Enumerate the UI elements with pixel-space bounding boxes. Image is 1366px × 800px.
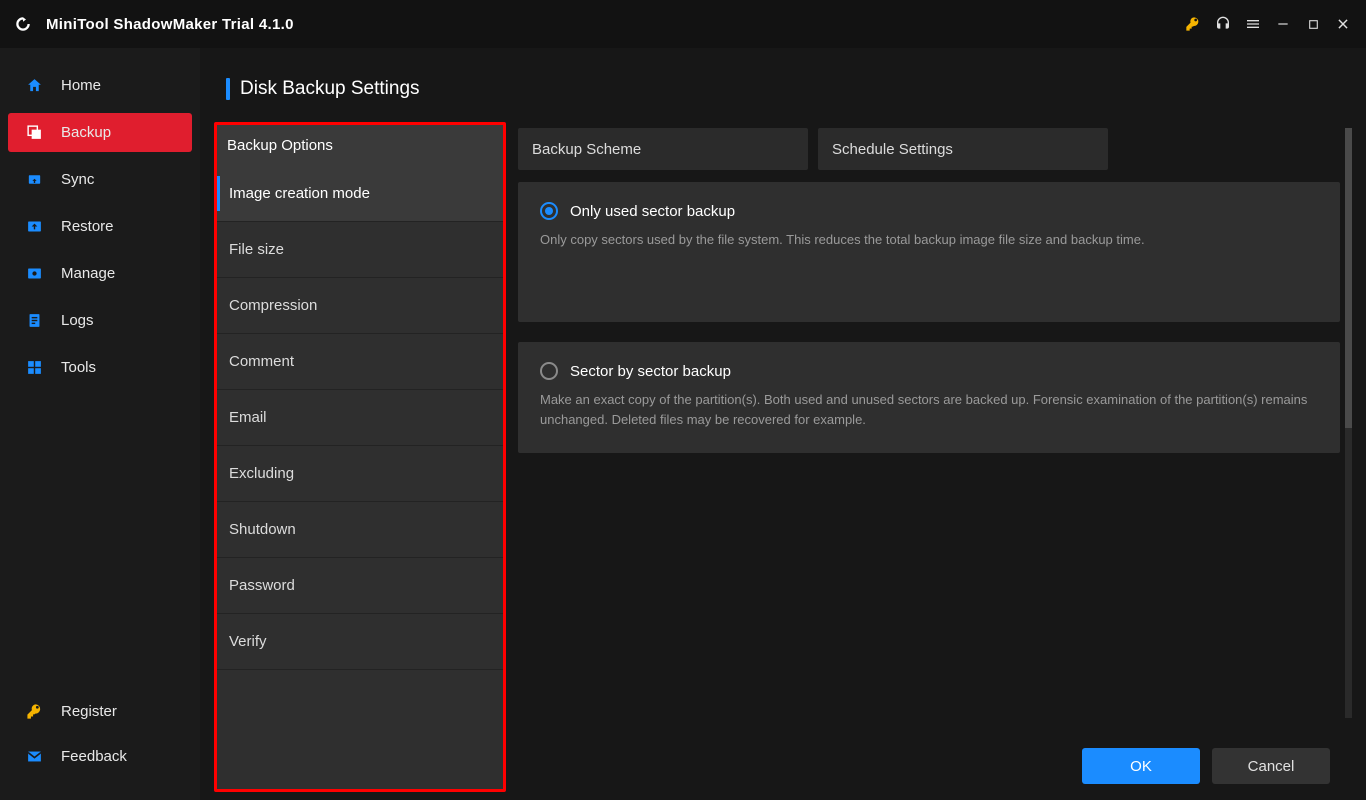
cancel-button[interactable]: Cancel <box>1212 748 1330 784</box>
radio-icon[interactable] <box>540 362 558 380</box>
radio-description: Make an exact copy of the partition(s). … <box>540 390 1318 429</box>
radio-description: Only copy sectors used by the file syste… <box>540 230 1318 250</box>
sidebar-item-label: Logs <box>61 312 94 329</box>
settings-detail-panel: Backup Scheme Schedule Settings Only use… <box>518 122 1352 792</box>
mail-icon <box>26 748 43 765</box>
manage-icon <box>26 265 43 282</box>
scrollbar-thumb[interactable] <box>1345 128 1352 428</box>
sidebar-item-restore[interactable]: Restore <box>8 207 192 246</box>
tools-icon <box>26 359 43 376</box>
sidebar-item-label: Sync <box>61 171 94 188</box>
logs-icon <box>26 312 43 329</box>
sidebar-item-label: Manage <box>61 265 115 282</box>
option-email[interactable]: Email <box>217 390 503 446</box>
radio-label: Only used sector backup <box>570 203 735 220</box>
upgrade-key-icon[interactable] <box>1178 9 1208 39</box>
dialog-footer: OK Cancel <box>518 738 1340 786</box>
sidebar-item-label: Tools <box>61 359 96 376</box>
support-headset-icon[interactable] <box>1208 9 1238 39</box>
sidebar-item-manage[interactable]: Manage <box>8 254 192 293</box>
sidebar-item-label: Feedback <box>61 748 127 765</box>
option-card-used-sector[interactable]: Only used sector backup Only copy sector… <box>518 182 1340 322</box>
sidebar-item-label: Home <box>61 77 101 94</box>
sidebar: Home Backup Sync Restore <box>0 48 200 800</box>
minimize-button[interactable] <box>1268 9 1298 39</box>
tab-backup-scheme[interactable]: Backup Scheme <box>518 128 808 170</box>
option-verify[interactable]: Verify <box>217 614 503 670</box>
scrollbar[interactable] <box>1345 128 1352 718</box>
key-icon <box>26 703 43 720</box>
app-title: MiniTool ShadowMaker Trial 4.1.0 <box>46 16 294 33</box>
option-password[interactable]: Password <box>217 558 503 614</box>
sidebar-item-sync[interactable]: Sync <box>8 160 192 199</box>
option-compression[interactable]: Compression <box>217 278 503 334</box>
ok-button[interactable]: OK <box>1082 748 1200 784</box>
sidebar-item-tools[interactable]: Tools <box>8 348 192 387</box>
sidebar-item-label: Backup <box>61 124 111 141</box>
backup-options-tab-panel: Backup Options Image creation mode File … <box>214 122 506 792</box>
menu-icon[interactable] <box>1238 9 1268 39</box>
page-title: Disk Backup Settings <box>240 78 420 100</box>
app-logo-icon <box>8 9 38 39</box>
radio-icon[interactable] <box>540 202 558 220</box>
sync-icon <box>26 171 43 188</box>
option-shutdown[interactable]: Shutdown <box>217 502 503 558</box>
option-image-creation-mode[interactable]: Image creation mode <box>217 166 503 222</box>
tab-schedule-settings[interactable]: Schedule Settings <box>818 128 1108 170</box>
page-header: Disk Backup Settings <box>226 78 1352 100</box>
sidebar-item-label: Restore <box>61 218 114 235</box>
sidebar-item-backup[interactable]: Backup <box>8 113 192 152</box>
sidebar-item-home[interactable]: Home <box>8 66 192 105</box>
home-icon <box>26 77 43 94</box>
close-button[interactable] <box>1328 9 1358 39</box>
sidebar-item-logs[interactable]: Logs <box>8 301 192 340</box>
backup-icon <box>26 124 43 141</box>
tab-backup-options[interactable]: Backup Options <box>217 125 503 166</box>
sidebar-feedback[interactable]: Feedback <box>8 737 192 776</box>
option-file-size[interactable]: File size <box>217 222 503 278</box>
option-card-sector-by-sector[interactable]: Sector by sector backup Make an exact co… <box>518 342 1340 453</box>
sidebar-item-label: Register <box>61 703 117 720</box>
maximize-button[interactable] <box>1298 9 1328 39</box>
option-comment[interactable]: Comment <box>217 334 503 390</box>
backup-options-list: Image creation mode File size Compressio… <box>217 166 503 670</box>
option-excluding[interactable]: Excluding <box>217 446 503 502</box>
restore-icon <box>26 218 43 235</box>
content-area: Disk Backup Settings Backup Options Imag… <box>200 48 1366 800</box>
radio-label: Sector by sector backup <box>570 363 731 380</box>
title-bar: MiniTool ShadowMaker Trial 4.1.0 <box>0 0 1366 48</box>
header-accent-bar <box>226 78 230 100</box>
sidebar-register[interactable]: Register <box>8 692 192 731</box>
